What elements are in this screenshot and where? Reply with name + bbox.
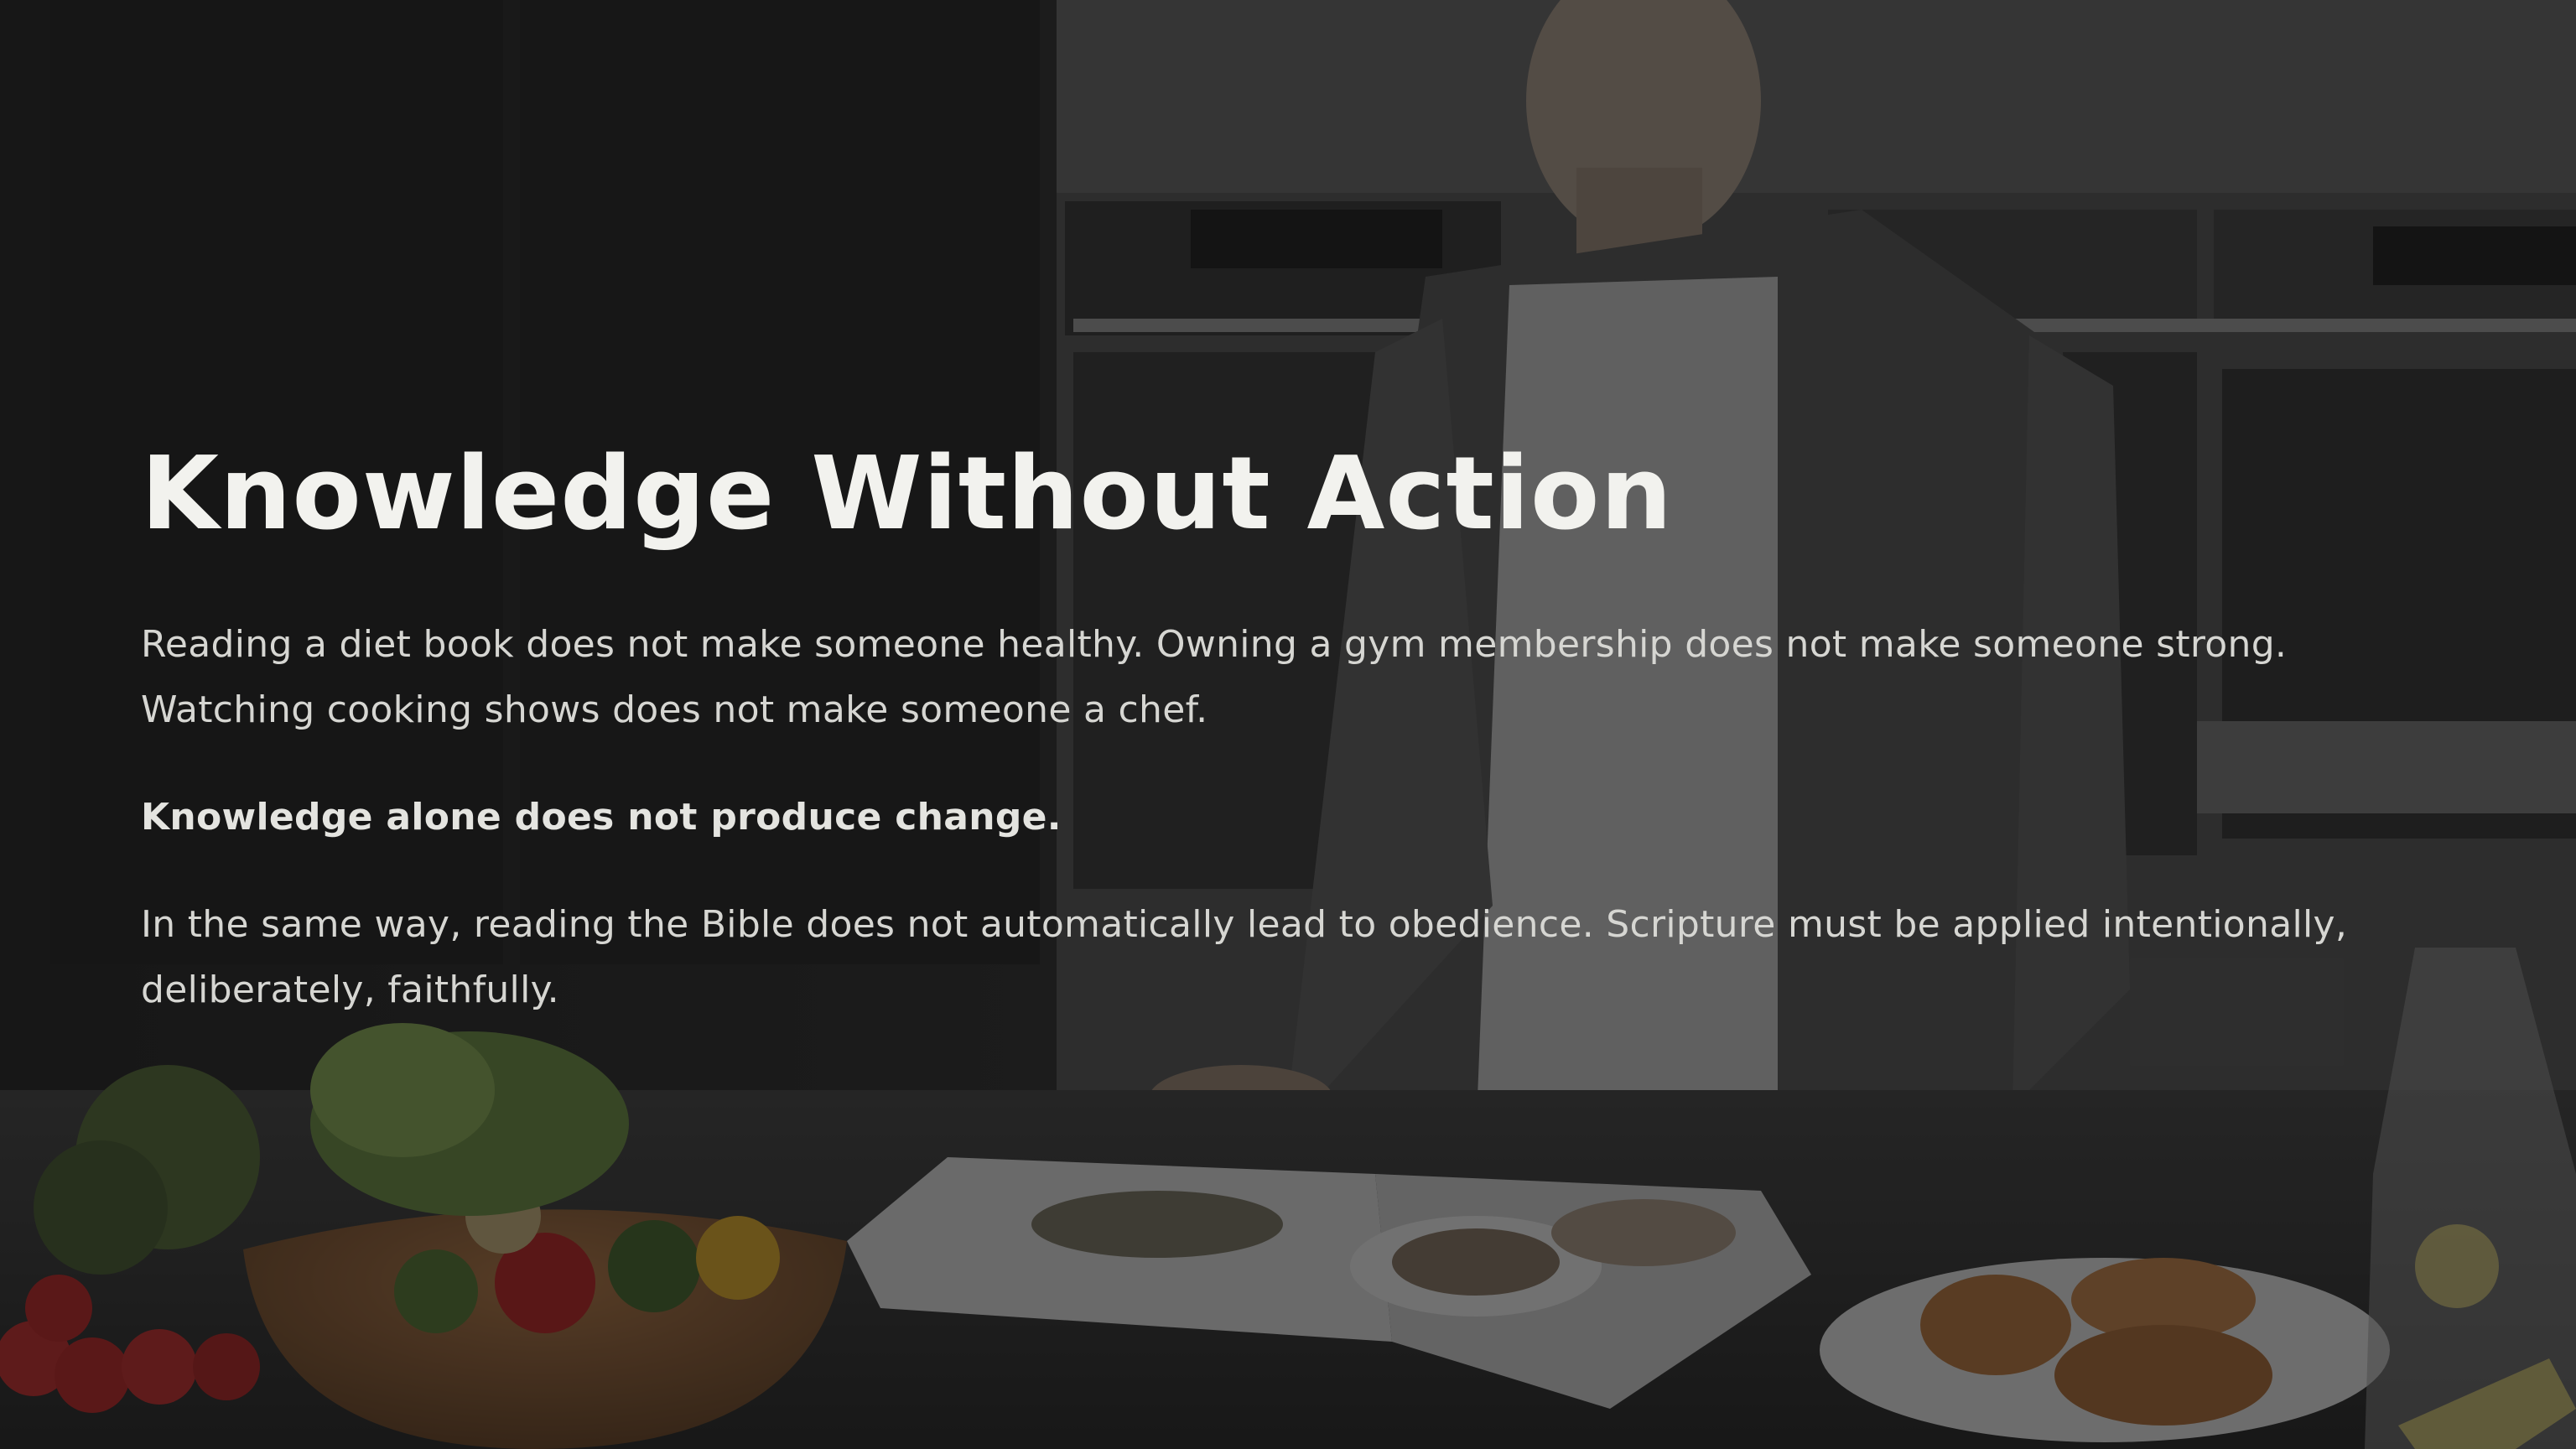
paragraph-key-point: Knowledge alone does not produce change. — [141, 796, 1062, 839]
paragraph-application: In the same way, reading the Bible does … — [141, 903, 2348, 1011]
slide: Knowledge Without Action Reading a diet … — [0, 0, 2576, 1449]
paragraph-examples: Reading a diet book does not make someon… — [141, 623, 2288, 731]
text-block: Knowledge Without Action Reading a diet … — [141, 436, 2405, 1065]
slide-title: Knowledge Without Action — [141, 436, 1673, 553]
